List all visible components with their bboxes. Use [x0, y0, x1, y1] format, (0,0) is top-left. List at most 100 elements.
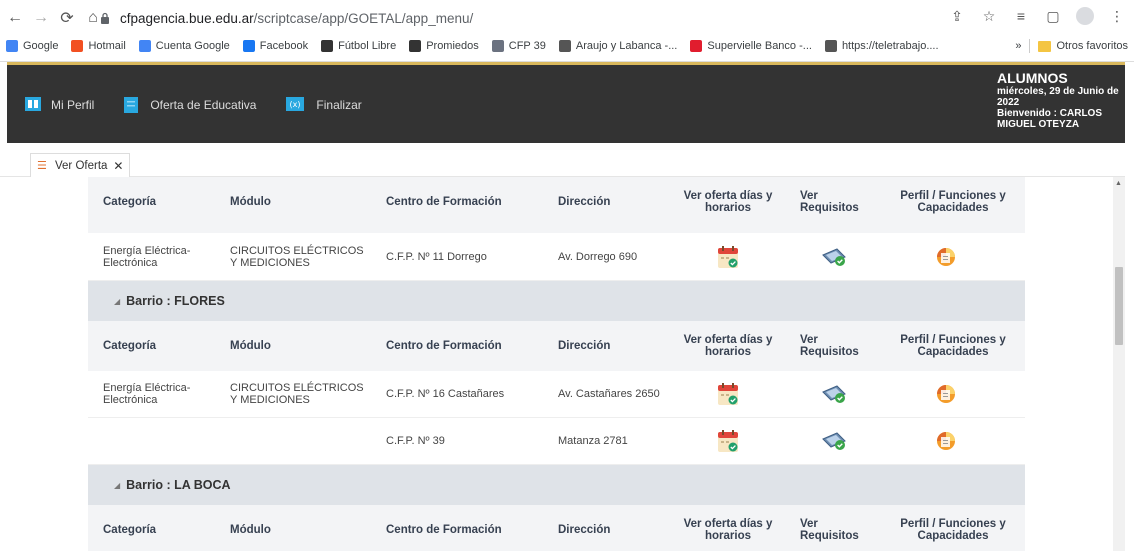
bookmark-item[interactable]: CFP 39	[491, 40, 546, 52]
column-header: Ver Requisitos	[800, 334, 859, 358]
column-header: Centro de Formación	[386, 524, 502, 536]
content-scrollbar[interactable]: ▲	[1113, 177, 1125, 551]
bookmark-favicon-icon	[321, 40, 334, 52]
requirements-icon[interactable]	[821, 431, 847, 451]
share-icon[interactable]: ⇪	[948, 8, 966, 25]
back-icon[interactable]: ←	[4, 7, 26, 29]
column-header: Perfil / Funciones y Capacidades	[900, 518, 1006, 542]
group-row[interactable]: ◢ Barrio : LA BOCA	[88, 465, 1025, 505]
reload-icon[interactable]: ⟳	[56, 7, 78, 29]
menu-label: Oferta de Educativa	[150, 98, 257, 112]
more-bookmarks-button[interactable]: »	[1015, 40, 1021, 52]
cell-direccion: Matanza 2781	[558, 435, 628, 447]
column-header: Ver Requisitos	[800, 190, 859, 214]
table-header-row: Categoría Módulo Centro de Formación Direcc…	[88, 505, 1025, 551]
group-label: Barrio : LA BOCA	[126, 478, 231, 492]
column-header: Ver oferta días y horarios	[683, 518, 773, 542]
close-icon[interactable]: ✕	[113, 159, 123, 173]
user-role: ALUMNOS	[997, 70, 1068, 86]
requirements-icon[interactable]	[821, 384, 847, 404]
cell-direccion: Av. Dorrego 690	[558, 250, 638, 263]
bookmark-favicon-icon	[242, 40, 255, 52]
table-row: Energía Eléctrica-Electrónica CIRCUITOS E…	[88, 371, 1025, 418]
menu-item-mi-perfil[interactable]: Mi Perfil	[25, 97, 94, 113]
collapse-triangle-icon[interactable]: ◢	[114, 297, 120, 306]
content-area: Categoría Módulo Centro de Formación Direcc…	[0, 177, 1113, 551]
tab-ver-oferta[interactable]: ☰ Ver Oferta ✕	[30, 153, 131, 177]
bookmark-item[interactable]: Google	[6, 40, 58, 52]
column-header: Ver oferta días y horarios	[683, 190, 773, 214]
side-panel-icon[interactable]: ▢	[1044, 8, 1062, 25]
table-header-row: Categoría Módulo Centro de Formación Direcc…	[88, 177, 1025, 227]
url-text[interactable]: cfpagencia.bue.edu.ar/scriptcase/app/GOE…	[120, 11, 473, 26]
bookmark-item[interactable]: https://teletrabajo....	[824, 40, 939, 52]
cell-categoria: Energía Eléctrica-Electrónica	[103, 244, 191, 269]
calendar-schedule-icon[interactable]	[718, 430, 738, 452]
column-header: Categoría	[103, 524, 157, 536]
bookmark-item[interactable]: Facebook	[242, 40, 309, 52]
bookmarks-right: » Otros favoritos	[1015, 35, 1128, 57]
cell-direccion: Av. Castañares 2650	[558, 388, 660, 400]
page-scrollbar[interactable]	[1125, 62, 1134, 551]
cell-centro: C.F.P. Nº 11 Dorrego	[386, 250, 487, 263]
main-menu: Mi Perfil Oferta de Educativa (x) Finali…	[25, 97, 392, 113]
forward-icon[interactable]: →	[30, 7, 52, 29]
profile-avatar[interactable]	[1076, 7, 1094, 25]
document-icon	[124, 97, 139, 113]
collapse-triangle-icon[interactable]: ◢	[114, 481, 120, 490]
bookmark-item[interactable]: Supervielle Banco -...	[690, 40, 812, 52]
bookmark-favicon-icon	[558, 40, 571, 52]
bookmark-item[interactable]: Cuenta Google	[138, 40, 230, 52]
url-host: cfpagencia.bue.edu.ar	[120, 10, 254, 26]
column-header: Ver Requisitos	[800, 518, 859, 542]
browser-menu-icon[interactable]: ⋮	[1108, 8, 1126, 25]
bookmark-favicon-icon	[6, 40, 18, 52]
column-header: Dirección	[558, 340, 611, 352]
column-header: Centro de Formación	[386, 340, 502, 352]
user-info: ALUMNOS miércoles, 29 de Junio de 2022 B…	[997, 70, 1122, 131]
bookmark-item[interactable]: Hotmail	[71, 40, 126, 52]
lock-icon[interactable]	[98, 11, 112, 25]
menu-item-oferta-educativa[interactable]: Oferta de Educativa	[124, 97, 256, 113]
column-header: Categoría	[103, 340, 157, 352]
bookmark-label: Cuenta Google	[155, 40, 230, 52]
column-header: Categoría	[103, 196, 157, 208]
other-bookmarks[interactable]: Otros favoritos	[1056, 40, 1128, 52]
column-header: Módulo	[230, 524, 271, 536]
bookmark-label: Hotmail	[88, 40, 126, 52]
scroll-thumb[interactable]	[1115, 267, 1123, 345]
bookmark-item[interactable]: Promiedos	[409, 40, 479, 52]
calendar-schedule-icon[interactable]	[718, 246, 738, 268]
calendar-schedule-icon[interactable]	[718, 383, 738, 405]
welcome-message: Bienvenido : CARLOS MIGUEL OTEYZA	[997, 108, 1103, 130]
scroll-up-icon[interactable]: ▲	[1115, 180, 1122, 187]
bookmark-label: Fútbol Libre	[338, 40, 397, 52]
table-row: Energía Eléctrica-Electrónica CIRCUITOS E…	[88, 233, 1025, 281]
bookmark-item[interactable]: Fútbol Libre	[321, 40, 396, 52]
reading-list-icon[interactable]: ≡	[1012, 8, 1030, 24]
cell-categoria: Energía Eléctrica-Electrónica	[103, 382, 191, 406]
requirements-icon[interactable]	[821, 247, 847, 267]
profile-functions-icon[interactable]	[936, 247, 956, 267]
profile-functions-icon[interactable]	[936, 431, 956, 451]
star-icon[interactable]: ☆	[980, 8, 998, 25]
menu-label: Mi Perfil	[51, 98, 95, 112]
bookmark-label: Supervielle Banco -...	[707, 40, 812, 52]
column-header: Perfil / Funciones y Capacidades	[900, 334, 1006, 358]
bookmark-item[interactable]: Araujo y Labanca -...	[558, 40, 677, 52]
app-header: Mi Perfil Oferta de Educativa (x) Finali…	[7, 62, 1125, 143]
menu-item-finalizar[interactable]: (x) Finalizar	[286, 97, 362, 113]
group-row[interactable]: ◢ Barrio : FLORES	[88, 281, 1025, 321]
bookmark-label: https://teletrabajo....	[841, 40, 939, 52]
column-header: Módulo	[230, 340, 271, 352]
column-header: Dirección	[558, 524, 611, 536]
column-header: Dirección	[558, 196, 611, 208]
bookmark-favicon-icon	[138, 40, 151, 52]
bookmark-label: Facebook	[259, 40, 309, 52]
column-header: Ver oferta días y horarios	[683, 334, 773, 358]
browser-chrome: ← → ⟳ ⌂ cfpagencia.bue.edu.ar/scriptcase…	[0, 0, 1134, 62]
profile-functions-icon[interactable]	[936, 384, 956, 404]
browser-actions: ⇪ ☆ ≡ ▢ ⋮	[948, 7, 1126, 25]
bookmark-favicon-icon	[409, 40, 422, 52]
tab-bar: ☰ Ver Oferta ✕	[0, 143, 1125, 177]
